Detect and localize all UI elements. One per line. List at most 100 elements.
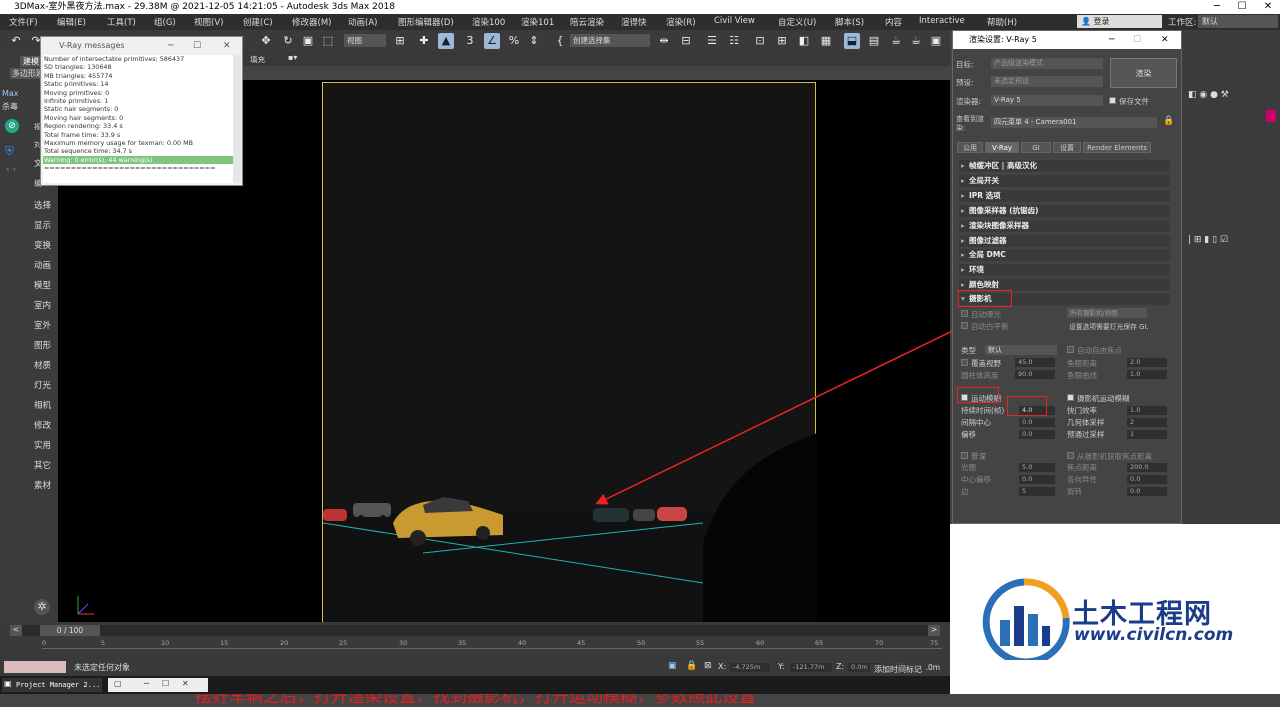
shutter-eff-spinner[interactable]: 1.0	[1127, 406, 1167, 415]
absolute-mode-icon[interactable]: ⊠	[704, 661, 712, 671]
vray-messages-minimize[interactable]: ─	[168, 37, 173, 55]
render-setup-minimize[interactable]: ─	[1109, 31, 1114, 49]
vray-messages-close[interactable]: ✕	[223, 37, 231, 55]
target-dropdown[interactable]: 产品级渲染模式	[991, 58, 1103, 69]
tab-vray[interactable]: V-Ray	[985, 142, 1019, 153]
from-cam-checkbox[interactable]	[1067, 452, 1074, 459]
time-prev-icon[interactable]: <	[10, 625, 22, 636]
auto-wb-checkbox[interactable]	[961, 322, 968, 329]
override-fov-checkbox[interactable]	[961, 359, 968, 366]
fov-spinner[interactable]: 45.0	[1015, 358, 1055, 367]
dof-checkbox[interactable]	[961, 452, 968, 459]
command-panel-icons[interactable]: ◧ ◉ ● ⚒	[1188, 90, 1229, 100]
lock-icon[interactable]: 🔒	[1163, 116, 1174, 126]
tick-5: 5	[101, 639, 106, 647]
add-time-marker[interactable]: 添加时间标记	[870, 664, 926, 675]
taskbar-close[interactable]: ✕	[182, 679, 189, 688]
duration-label: 持续时间(帧)	[961, 406, 1005, 415]
save-file-label: 保存文件	[1119, 97, 1149, 106]
rollout-global-switches[interactable]: 全局开关	[959, 175, 1170, 187]
cam-motion-blur-label: 摄影机运动模糊	[1077, 394, 1130, 403]
auto-focus-checkbox[interactable]	[1067, 346, 1074, 353]
save-file-checkbox[interactable]	[1109, 97, 1116, 104]
rotation-label: 旋转	[1067, 487, 1082, 496]
auto-exposure-checkbox[interactable]	[961, 310, 968, 317]
vray-messages-maximize[interactable]: ☐	[193, 37, 201, 55]
maxscript-listener[interactable]	[4, 661, 66, 673]
renderer-dropdown[interactable]: V-Ray 5	[991, 95, 1103, 106]
object-color-swatch[interactable]	[1266, 110, 1276, 122]
tick-0: 0	[42, 639, 47, 647]
tick-15: 15	[220, 639, 229, 647]
right-command-panel: ◧ ◉ ● ⚒ | ⊞ ▮ ▯ ☑	[1182, 30, 1280, 524]
rollout-frame-buffer[interactable]: 帧缓冲区 | 高级汉化	[959, 160, 1170, 172]
from-cam-label: 从摄影机获取焦点距离	[1077, 452, 1152, 461]
anisotropy-spinner[interactable]: 0.0	[1127, 475, 1167, 484]
sides-spinner[interactable]: 5	[1019, 487, 1055, 496]
cyl-height-spinner[interactable]: 90.0	[1015, 370, 1055, 379]
preset-dropdown[interactable]: 未选定预设	[991, 76, 1103, 87]
project-manager-icon: ▣	[4, 679, 12, 688]
all-cameras-dropdown[interactable]: 所有摄影机/视图	[1067, 308, 1147, 318]
tick-40: 40	[518, 639, 527, 647]
x-coordinate[interactable]: -4.725m	[730, 663, 770, 672]
render-button[interactable]: 渲染	[1110, 58, 1177, 88]
time-next-icon[interactable]: >	[928, 625, 940, 636]
log-line: MB triangles: 455774	[44, 71, 113, 80]
focal-dist-label: 焦点距离	[1067, 463, 1097, 472]
vray-messages-scrollbar[interactable]	[233, 55, 241, 183]
timeline[interactable]: < 0 / 100 > 0 5 10 15 20 25 30 35 40 45 …	[0, 622, 950, 658]
prepass-samples-label: 预通过采样	[1067, 430, 1105, 439]
render-setup-close[interactable]: ✕	[1161, 31, 1169, 49]
fisheye-dist-spinner[interactable]: 2.0	[1127, 358, 1167, 367]
bias-spinner[interactable]: 0.0	[1019, 430, 1055, 439]
taskbar-maximize[interactable]: ☐	[162, 679, 169, 688]
cam-motion-blur-checkbox[interactable]	[1067, 394, 1074, 401]
type-dropdown[interactable]: 默认	[985, 345, 1057, 355]
geo-samples-spinner[interactable]: 2	[1127, 418, 1167, 427]
selection-status: 未选定任何对象	[74, 663, 130, 672]
status-bar: 未选定任何对象 ▣ 🔒 ⊠ X: -4.725m Y: -121.77m Z: …	[0, 658, 950, 676]
rollout-environment[interactable]: 环境	[959, 264, 1170, 276]
aperture-spinner[interactable]: 5.0	[1019, 463, 1055, 472]
render-setup-maximize[interactable]: ☐	[1133, 31, 1141, 49]
selection-lock-icon[interactable]: 🔒	[686, 661, 697, 671]
taskbar-window-2[interactable]: ▢ ─ ☐ ✕	[108, 678, 208, 692]
vray-messages-log[interactable]: Number of intersectable primitives: 5864…	[43, 55, 233, 183]
rotation-spinner[interactable]: 0.0	[1127, 487, 1167, 496]
time-ruler-line	[42, 648, 942, 649]
rollout-image-filter[interactable]: 图像过滤器	[959, 235, 1170, 247]
z-label: Z:	[836, 662, 845, 671]
frame-readout[interactable]: 0 / 100	[40, 625, 100, 636]
fisheye-curve-label: 鱼眼曲线	[1067, 371, 1097, 380]
rollout-bucket-sampler[interactable]: 渲染块图像采样器	[959, 220, 1170, 232]
tab-common[interactable]: 公用	[957, 142, 983, 153]
prepass-samples-spinner[interactable]: 1	[1127, 430, 1167, 439]
tab-render-elements[interactable]: Render Elements	[1083, 142, 1151, 153]
highlight-duration	[1007, 396, 1047, 416]
vray-messages-title: V-Ray messages	[59, 41, 125, 50]
tab-gi[interactable]: GI	[1021, 142, 1051, 153]
rollout-image-sampler[interactable]: 图像采样器 (抗锯齿)	[959, 205, 1170, 217]
taskbar-minimize[interactable]: ─	[144, 679, 149, 688]
center-bias-spinner[interactable]: 0.0	[1019, 475, 1055, 484]
render-setup-window[interactable]: 渲染设置: V-Ray 5 ─ ☐ ✕ 目标: 产品级渲染模式 预设: 未选定预…	[952, 30, 1182, 524]
modifier-stack-icons[interactable]: | ⊞ ▮ ▯ ☑	[1188, 235, 1228, 245]
rollout-global-dmc[interactable]: 全局 DMC	[959, 249, 1170, 261]
fisheye-curve-spinner[interactable]: 1.0	[1127, 370, 1167, 379]
vray-messages-window[interactable]: V-Ray messages ─ ☐ ✕ Number of intersect…	[40, 36, 243, 186]
rollout-ipr-options[interactable]: IPR 选项	[959, 190, 1170, 202]
isolate-icon[interactable]: ▣	[668, 661, 677, 671]
taskbar-project-manager[interactable]: Project Manager 2...	[2, 678, 102, 692]
interval-center-spinner[interactable]: 0.0	[1019, 418, 1055, 427]
tab-settings[interactable]: 设置	[1053, 142, 1081, 153]
y-coordinate[interactable]: -121.77m	[790, 663, 832, 672]
focal-dist-spinner[interactable]: 200.0	[1127, 463, 1167, 472]
camera-note: 设置选项需要灯光保存 GI.	[1069, 323, 1149, 331]
view-to-render-dropdown[interactable]: 四元菜单 4 - Camera001	[991, 117, 1157, 128]
log-line: Region rendering: 33.4 s	[44, 122, 123, 131]
taskbar: Project Manager 2... ▣ ▢ ─ ☐ ✕	[0, 676, 950, 694]
highlight-motion-blur	[957, 387, 999, 403]
time-slider[interactable]: < 0 / 100 >	[10, 625, 940, 636]
render-setup-title: 渲染设置: V-Ray 5	[969, 35, 1037, 44]
